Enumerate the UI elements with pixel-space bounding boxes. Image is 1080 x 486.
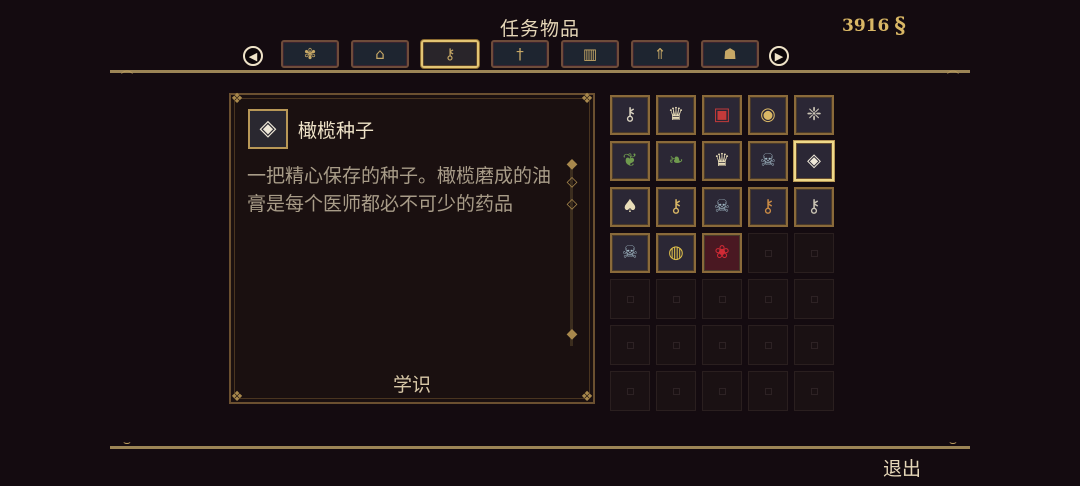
panel-corner-ornament: ❖ (230, 91, 244, 107)
herb-leaf-icon: ❧ (668, 150, 684, 171)
tab-collectibles[interactable]: ☗ (701, 40, 759, 68)
tab-bar: ✾ ⌂ ⚷ † ▥ ⇑ ☗ (281, 40, 759, 68)
inventory-slot[interactable]: ❧ (656, 141, 696, 181)
right-divider-ornament: ⌒ (946, 70, 959, 84)
inventory-slot[interactable]: ♠ (610, 187, 650, 227)
tab-book[interactable]: ▥ (561, 40, 619, 68)
empty-inventory-slot (656, 279, 696, 319)
olive-seed-icon: ◈ (259, 116, 277, 141)
currency-amount: 3916 (842, 16, 890, 36)
empty-inventory-slot (702, 325, 742, 365)
empty-inventory-slot (748, 279, 788, 319)
inventory-slot[interactable]: ◈ (794, 141, 834, 181)
herb-sprig-icon: ❦ (622, 150, 638, 171)
prev-tab-button[interactable]: ◀ (243, 46, 263, 66)
silver-key-icon: ⚷ (807, 196, 821, 217)
tab-prayer[interactable]: ⇑ (631, 40, 689, 68)
inventory-slot[interactable]: ⚷ (794, 187, 834, 227)
item-description: 一把精心保存的种子。橄榄磨成的油膏是每个医师都必不可少的药品 (247, 165, 552, 215)
empty-inventory-slot (702, 371, 742, 411)
scroll-top-ornament: ◆ (566, 156, 578, 172)
sword-tab-icon: † (516, 45, 524, 63)
skull-jar-icon: ☠ (713, 196, 731, 217)
tab-key[interactable]: ⚷ (421, 40, 479, 68)
inventory-slot[interactable]: ☠ (610, 233, 650, 273)
empty-inventory-slot (794, 233, 834, 273)
empty-inventory-slot (610, 371, 650, 411)
inventory-slot[interactable]: ⚷ (656, 187, 696, 227)
next-tab-button[interactable]: ▶ (769, 46, 789, 66)
scroll-thumb[interactable]: ◇ (564, 174, 580, 190)
empty-inventory-slot (794, 371, 834, 411)
inventory-slot[interactable]: ▣ (702, 95, 742, 135)
skull-jar-icon: ☠ (621, 242, 639, 263)
empty-inventory-slot (748, 233, 788, 273)
inventory-grid: ⚷ ♛ ▣ ◉ ❈ ❦ ❧ ♛ ☠ ◈ ♠ ⚷ ☠ ⚷ ⚷ ☠ ◍ ❀ (610, 95, 838, 411)
empty-inventory-slot (656, 371, 696, 411)
scroll-bottom-ornament: ◆ (566, 326, 578, 342)
bottom-divider (110, 446, 970, 449)
item-category: 学识 (392, 374, 431, 396)
empty-inventory-slot (794, 325, 834, 365)
empty-inventory-slot (610, 325, 650, 365)
tear-currency-icon: § (894, 13, 906, 39)
item-name: 橄榄种子 (298, 120, 375, 142)
exit-button[interactable]: 退出 (883, 454, 921, 481)
crystal-cluster-icon: ❈ (806, 104, 822, 125)
skull-jar-icon: ☠ (759, 150, 777, 171)
collectibles-tab-icon: ☗ (723, 45, 737, 63)
bulb-relic-icon: ♠ (621, 196, 639, 217)
empty-inventory-slot (748, 325, 788, 365)
inventory-slot[interactable]: ♛ (656, 95, 696, 135)
gold-ring-icon: ◍ (668, 242, 684, 263)
tab-relics[interactable]: ✾ (281, 40, 339, 68)
crowned-egg-icon: ♛ (667, 104, 685, 125)
inventory-slot[interactable]: ⚷ (610, 95, 650, 135)
inventory-slot[interactable]: ☠ (748, 141, 788, 181)
empty-inventory-slot (656, 325, 696, 365)
key-tab-icon: ⚷ (444, 45, 456, 63)
ornate-key-icon: ⚷ (623, 104, 637, 125)
right-divider-ornament: ⌣ (949, 435, 957, 449)
page-title: 任务物品 (499, 18, 580, 40)
bronze-key-icon: ⚷ (761, 196, 775, 217)
empty-inventory-slot (794, 279, 834, 319)
book-tab-icon: ▥ (582, 45, 598, 63)
left-divider-ornament: ⌣ (123, 435, 131, 449)
empty-inventory-slot (748, 371, 788, 411)
olive-seed-icon: ◈ (807, 150, 821, 171)
selected-item-icon-frame: ◈ (248, 109, 288, 149)
panel-corner-ornament: ❖ (580, 91, 594, 107)
inventory-slot[interactable]: ⚷ (748, 187, 788, 227)
tab-altar[interactable]: ⌂ (351, 40, 409, 68)
currency-display: 3916 § (842, 13, 906, 39)
inventory-slot[interactable]: ❦ (610, 141, 650, 181)
golden-key-icon: ⚷ (669, 196, 683, 217)
orb-relic-icon: ◉ (760, 104, 776, 125)
red-rose-icon: ❀ (714, 242, 730, 263)
empty-inventory-slot (702, 279, 742, 319)
inventory-slot[interactable]: ☠ (702, 187, 742, 227)
inventory-slot[interactable]: ◉ (748, 95, 788, 135)
inventory-slot[interactable]: ❀ (702, 233, 742, 273)
red-cloth-icon: ▣ (713, 104, 731, 125)
altar-tab-icon: ⌂ (375, 45, 385, 63)
tab-sword[interactable]: † (491, 40, 549, 68)
inventory-slot[interactable]: ♛ (702, 141, 742, 181)
prayer-tab-icon: ⇑ (653, 45, 667, 63)
scroll-thumb-ornament: ◇ (566, 196, 578, 212)
inventory-slot[interactable]: ◍ (656, 233, 696, 273)
crowned-chalice-icon: ♛ (713, 150, 731, 171)
inventory-slot[interactable]: ❈ (794, 95, 834, 135)
left-divider-ornament: ⌒ (120, 70, 133, 84)
top-divider (110, 70, 970, 73)
relics-tab-icon: ✾ (303, 45, 317, 63)
empty-inventory-slot (610, 279, 650, 319)
